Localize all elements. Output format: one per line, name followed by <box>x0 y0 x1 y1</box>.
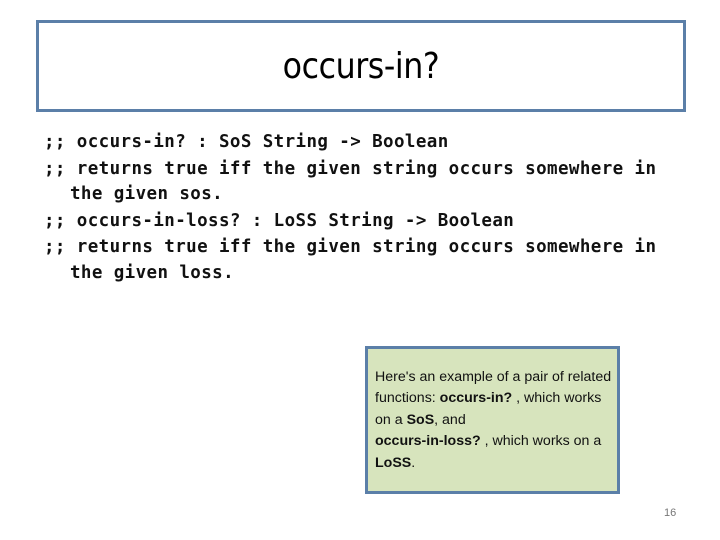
note-bold-loss: LoSS <box>375 454 412 471</box>
title-box: occurs-in? <box>36 20 686 112</box>
note-bold-occurs-in-loss: occurs-in-loss? <box>375 433 481 450</box>
slide-title: occurs-in? <box>282 45 440 87</box>
code-comment-block: ;; occurs-in? : SoS String -> Boolean ;;… <box>44 129 656 286</box>
code-line: ;; returns true iff the given string occ… <box>44 158 657 179</box>
note-bold-sos: SoS <box>406 411 435 428</box>
note-text-segment: , which works on a <box>480 433 602 450</box>
code-line: ;; occurs-in-loss? : LoSS String -> Bool… <box>44 210 515 231</box>
code-line: ;; returns true iff the given string occ… <box>44 237 657 257</box>
code-line: ;; occurs-in? : SoS String -> Boolean <box>44 132 449 152</box>
page-number: 16 <box>664 507 677 519</box>
note-text-segment: . <box>411 454 416 471</box>
note-bold-occurs-in: occurs-in? <box>439 390 513 407</box>
callout-note-box: Here's an example of a pair of related f… <box>365 346 620 494</box>
callout-note-text: Here's an example of a pair of related f… <box>375 367 613 474</box>
code-line-continuation: the given sos. <box>70 184 224 204</box>
note-text-segment: , and <box>434 411 466 428</box>
code-line-continuation: the given loss. <box>70 262 235 283</box>
